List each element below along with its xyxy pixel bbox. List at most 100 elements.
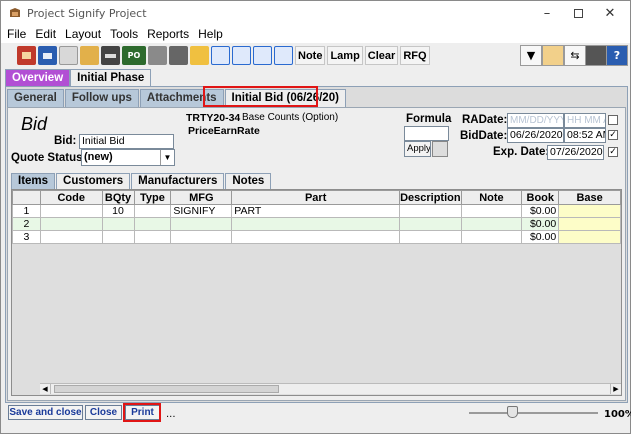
cell-bqty[interactable] bbox=[101, 230, 135, 244]
quote-status-select[interactable]: (new) ▼ bbox=[81, 149, 175, 166]
copy-icon[interactable] bbox=[59, 46, 78, 65]
trash-icon[interactable] bbox=[148, 46, 167, 65]
tab-items[interactable]: Items bbox=[11, 173, 56, 189]
column-header-base[interactable]: Base bbox=[558, 190, 621, 205]
search-icon[interactable] bbox=[190, 46, 209, 65]
column-header-code[interactable]: Code bbox=[39, 190, 103, 205]
cell-base[interactable] bbox=[558, 217, 621, 231]
rfq-button[interactable]: RFQ bbox=[400, 46, 430, 65]
bid-time-field[interactable]: 08:52 AM bbox=[564, 128, 606, 143]
menu-edit[interactable]: Edit bbox=[35, 27, 56, 41]
bid-date-field[interactable]: 06/26/2020 bbox=[507, 128, 564, 143]
column-header-book[interactable]: Book bbox=[521, 190, 560, 205]
clear-button[interactable]: Clear bbox=[364, 46, 399, 65]
help-icon[interactable]: ? bbox=[606, 45, 628, 66]
note-button[interactable]: Note bbox=[295, 46, 326, 65]
tab-manufacturers[interactable]: Manufacturers bbox=[131, 173, 225, 189]
column-header-bqty[interactable]: BQty bbox=[101, 190, 135, 205]
swap-icon[interactable]: ⇆ bbox=[564, 45, 586, 66]
tab-initial-phase[interactable]: Initial Phase bbox=[70, 69, 152, 87]
column-header-mfg[interactable]: MFG bbox=[170, 190, 233, 205]
cell-part[interactable] bbox=[231, 230, 401, 244]
cell-type[interactable] bbox=[133, 230, 172, 244]
group-b-icon[interactable] bbox=[232, 46, 251, 65]
cell-description[interactable] bbox=[399, 230, 462, 244]
cell-bqty[interactable]: 10 bbox=[101, 204, 135, 218]
cell-base[interactable] bbox=[558, 204, 621, 218]
save-icon[interactable] bbox=[38, 46, 57, 65]
paste-icon[interactable] bbox=[80, 46, 99, 65]
exp-date-checkbox[interactable]: ✓ bbox=[608, 147, 618, 157]
print-icon[interactable] bbox=[101, 46, 120, 65]
cell-mfg[interactable] bbox=[170, 230, 233, 244]
calculator-icon[interactable] bbox=[169, 46, 188, 65]
column-header-note[interactable]: Note bbox=[460, 190, 523, 205]
tab-overview[interactable]: Overview bbox=[5, 69, 71, 87]
table-row[interactable]: 1 10 SIGNIFY PART $0.00 bbox=[12, 204, 621, 218]
menu-help[interactable]: Help bbox=[198, 27, 223, 41]
zoom-slider-thumb[interactable] bbox=[507, 406, 518, 418]
table-row[interactable]: 2 $0.00 bbox=[12, 217, 621, 231]
po-icon[interactable]: PO bbox=[122, 46, 146, 65]
cell-note[interactable] bbox=[460, 217, 523, 231]
tab-notes[interactable]: Notes bbox=[225, 173, 272, 189]
column-header-type[interactable]: Type bbox=[133, 190, 172, 205]
notebook-icon[interactable] bbox=[585, 45, 607, 66]
cell-note[interactable] bbox=[460, 204, 523, 218]
cell-type[interactable] bbox=[133, 204, 172, 218]
ra-time-field[interactable]: HH MM A bbox=[564, 113, 606, 128]
cell-book[interactable]: $0.00 bbox=[521, 217, 560, 231]
group-a-icon[interactable] bbox=[211, 46, 230, 65]
formula-field[interactable] bbox=[404, 126, 449, 141]
bid-date-label: BidDate: bbox=[460, 130, 508, 142]
scroll-right-icon[interactable]: ▶ bbox=[610, 384, 621, 394]
cell-bqty[interactable] bbox=[101, 217, 135, 231]
cell-description[interactable] bbox=[399, 204, 462, 218]
zoom-slider[interactable] bbox=[469, 412, 598, 414]
cell-mfg[interactable]: SIGNIFY bbox=[170, 204, 233, 218]
close-icon[interactable]: ✕ bbox=[590, 1, 630, 25]
horizontal-scrollbar[interactable]: ◀ ▶ bbox=[40, 383, 621, 394]
menu-tools[interactable]: Tools bbox=[110, 27, 138, 41]
more-options[interactable]: ... bbox=[166, 409, 176, 420]
column-header-part[interactable]: Part bbox=[231, 190, 401, 205]
tab-follow-ups[interactable]: Follow ups bbox=[64, 89, 139, 107]
cell-book[interactable]: $0.00 bbox=[521, 230, 560, 244]
menu-bar: File Edit Layout Tools Reports Help bbox=[1, 25, 630, 43]
cell-description[interactable] bbox=[399, 217, 462, 231]
ra-date-checkbox[interactable] bbox=[608, 115, 618, 125]
apply-button[interactable]: Apply bbox=[404, 141, 431, 157]
menu-file[interactable]: File bbox=[7, 27, 26, 41]
group-c-icon[interactable] bbox=[253, 46, 272, 65]
tab-customers[interactable]: Customers bbox=[56, 173, 131, 189]
group-d-icon[interactable] bbox=[274, 46, 293, 65]
cell-type[interactable] bbox=[133, 217, 172, 231]
cell-note[interactable] bbox=[460, 230, 523, 244]
cell-book[interactable]: $0.00 bbox=[521, 204, 560, 218]
cell-part[interactable] bbox=[231, 217, 401, 231]
exp-date-field[interactable]: 07/26/2020 bbox=[547, 145, 604, 160]
bid-date-checkbox[interactable]: ✓ bbox=[608, 130, 618, 140]
formula-scroll-icon[interactable] bbox=[432, 141, 448, 157]
cell-base[interactable] bbox=[558, 230, 621, 244]
home-icon[interactable] bbox=[17, 46, 36, 65]
tab-general[interactable]: General bbox=[7, 89, 64, 107]
scroll-thumb[interactable] bbox=[54, 385, 279, 393]
dropdown-arrow-icon[interactable]: ▼ bbox=[520, 45, 542, 66]
menu-reports[interactable]: Reports bbox=[147, 27, 189, 41]
menu-layout[interactable]: Layout bbox=[65, 27, 101, 41]
close-button[interactable]: Close bbox=[85, 405, 122, 420]
cell-code[interactable] bbox=[39, 204, 103, 218]
column-header-description[interactable]: Description bbox=[399, 190, 462, 205]
ra-date-field[interactable]: MM/DD/YYYY bbox=[507, 113, 564, 128]
cell-code[interactable] bbox=[39, 230, 103, 244]
cell-part[interactable]: PART bbox=[231, 204, 401, 218]
scroll-left-icon[interactable]: ◀ bbox=[40, 384, 51, 394]
table-row[interactable]: 3 $0.00 bbox=[12, 230, 621, 244]
save-and-close-button[interactable]: Save and close bbox=[8, 405, 83, 420]
cell-code[interactable] bbox=[39, 217, 103, 231]
bid-name-field[interactable]: Initial Bid bbox=[79, 134, 174, 149]
cell-mfg[interactable] bbox=[170, 217, 233, 231]
clipboard-icon[interactable] bbox=[542, 45, 564, 66]
lamp-button[interactable]: Lamp bbox=[327, 46, 363, 65]
